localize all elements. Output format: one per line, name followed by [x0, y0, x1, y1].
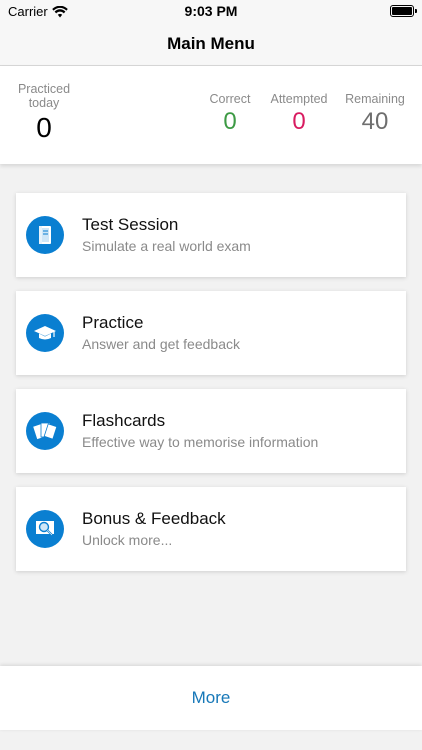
menu-item-test-session[interactable]: Test Session Simulate a real world exam — [16, 193, 406, 277]
more-button[interactable]: More — [0, 666, 422, 730]
bottom-bar: More — [0, 666, 422, 730]
document-icon — [26, 216, 64, 254]
status-time: 9:03 PM — [184, 3, 238, 19]
stats-panel: Practiced today 0 Correct 0 Attempted 0 … — [0, 66, 422, 164]
stat-correct-label: Correct — [209, 92, 251, 106]
stat-remaining: Remaining 40 — [340, 92, 410, 136]
battery-icon — [390, 5, 417, 17]
stat-attempted-value: 0 — [292, 108, 306, 135]
flashcards-icon — [26, 412, 64, 450]
stat-practiced-label: Practiced today — [17, 82, 71, 110]
status-bar: Carrier 9:03 PM — [0, 0, 422, 22]
stat-practiced-value: 0 — [36, 112, 52, 143]
menu-item-bonus-feedback[interactable]: Bonus & Feedback Unlock more... — [16, 487, 406, 571]
stat-correct-value: 0 — [223, 108, 237, 135]
menu-item-subtitle: Answer and get feedback — [82, 336, 240, 352]
stat-remaining-value: 40 — [361, 108, 389, 135]
menu-item-title: Flashcards — [82, 411, 166, 430]
menu-item-subtitle: Effective way to memorise information — [82, 434, 319, 450]
menu-item-title: Practice — [82, 313, 144, 332]
menu-item-title: Bonus & Feedback — [82, 509, 226, 528]
navigation-bar: Main Menu — [0, 22, 422, 66]
menu-item-flashcards[interactable]: Flashcards Effective way to memorise inf… — [16, 389, 406, 473]
stat-practiced-today: Practiced today 0 — [8, 82, 80, 144]
graduation-cap-icon — [26, 314, 64, 352]
menu-item-subtitle: Unlock more... — [82, 532, 173, 548]
page-title: Main Menu — [167, 34, 255, 53]
magnifier-icon — [26, 510, 64, 548]
menu-item-title: Test Session — [82, 215, 179, 234]
menu-item-practice[interactable]: Practice Answer and get feedback — [16, 291, 406, 375]
menu-item-subtitle: Simulate a real world exam — [82, 238, 251, 254]
stat-attempted: Attempted 0 — [264, 92, 334, 136]
stat-remaining-label: Remaining — [345, 92, 405, 106]
stat-correct: Correct 0 — [200, 92, 260, 136]
stat-attempted-label: Attempted — [270, 92, 328, 106]
